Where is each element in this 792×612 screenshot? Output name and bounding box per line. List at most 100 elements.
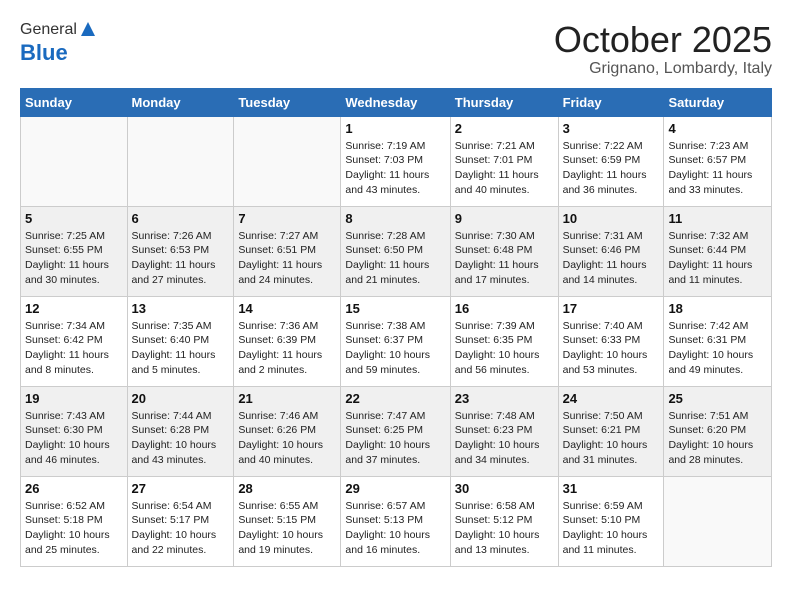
day-number: 6 bbox=[132, 211, 230, 226]
day-info: Sunrise: 7:42 AM Sunset: 6:31 PM Dayligh… bbox=[668, 319, 767, 378]
calendar-cell: 3 Sunrise: 7:22 AM Sunset: 6:59 PM Daylig… bbox=[558, 116, 664, 206]
calendar-cell bbox=[234, 116, 341, 206]
day-info: Sunrise: 7:47 AM Sunset: 6:25 PM Dayligh… bbox=[345, 409, 445, 468]
calendar-cell: 12 Sunrise: 7:34 AM Sunset: 6:42 PM Dayli… bbox=[21, 296, 128, 386]
day-info: Sunrise: 7:44 AM Sunset: 6:28 PM Dayligh… bbox=[132, 409, 230, 468]
day-number: 13 bbox=[132, 301, 230, 316]
day-number: 25 bbox=[668, 391, 767, 406]
calendar-week-row: 26 Sunrise: 6:52 AM Sunset: 5:18 PM Dayli… bbox=[21, 476, 772, 566]
day-number: 5 bbox=[25, 211, 123, 226]
header-friday: Friday bbox=[558, 88, 664, 116]
day-number: 31 bbox=[563, 481, 660, 496]
calendar-cell: 9 Sunrise: 7:30 AM Sunset: 6:48 PM Daylig… bbox=[450, 206, 558, 296]
day-info: Sunrise: 6:59 AM Sunset: 5:10 PM Dayligh… bbox=[563, 499, 660, 558]
day-number: 9 bbox=[455, 211, 554, 226]
calendar-cell: 30Sunrise: 6:58 AM Sunset: 5:12 PM Dayli… bbox=[450, 476, 558, 566]
calendar-week-row: 5Sunrise: 7:25 AM Sunset: 6:55 PM Daylig… bbox=[21, 206, 772, 296]
title-block: October 2025 Grignano, Lombardy, Italy bbox=[554, 20, 772, 78]
day-number: 15 bbox=[345, 301, 445, 316]
day-number: 18 bbox=[668, 301, 767, 316]
calendar-cell: 19 Sunrise: 7:43 AM Sunset: 6:30 PM Dayli… bbox=[21, 386, 128, 476]
calendar-cell: 13 Sunrise: 7:35 AM Sunset: 6:40 PM Dayli… bbox=[127, 296, 234, 386]
calendar-cell: 17Sunrise: 7:40 AM Sunset: 6:33 PM Dayli… bbox=[558, 296, 664, 386]
day-number: 24 bbox=[563, 391, 660, 406]
calendar-cell: 2Sunrise: 7:21 AM Sunset: 7:01 PM Daylig… bbox=[450, 116, 558, 206]
logo-general: General bbox=[20, 21, 77, 39]
day-number: 29 bbox=[345, 481, 445, 496]
calendar-cell: 16Sunrise: 7:39 AM Sunset: 6:35 PM Dayli… bbox=[450, 296, 558, 386]
day-info: Sunrise: 6:57 AM Sunset: 5:13 PM Dayligh… bbox=[345, 499, 445, 558]
calendar-cell: 23 Sunrise: 7:48 AM Sunset: 6:23 PM Dayli… bbox=[450, 386, 558, 476]
location: Grignano, Lombardy, Italy bbox=[554, 60, 772, 78]
day-number: 21 bbox=[238, 391, 336, 406]
day-number: 23 bbox=[455, 391, 554, 406]
day-info: Sunrise: 7:46 AM Sunset: 6:26 PM Dayligh… bbox=[238, 409, 336, 468]
header-sunday: Sunday bbox=[21, 88, 128, 116]
calendar-cell: 20 Sunrise: 7:44 AM Sunset: 6:28 PM Dayli… bbox=[127, 386, 234, 476]
day-number: 7 bbox=[238, 211, 336, 226]
day-info: Sunrise: 7:28 AM Sunset: 6:50 PM Dayligh… bbox=[345, 229, 445, 288]
header-monday: Monday bbox=[127, 88, 234, 116]
day-number: 11 bbox=[668, 211, 767, 226]
day-number: 22 bbox=[345, 391, 445, 406]
logo-blue: Blue bbox=[20, 40, 68, 66]
header-wednesday: Wednesday bbox=[341, 88, 450, 116]
calendar-cell: 5Sunrise: 7:25 AM Sunset: 6:55 PM Daylig… bbox=[21, 206, 128, 296]
calendar-cell: 14Sunrise: 7:36 AM Sunset: 6:39 PM Dayli… bbox=[234, 296, 341, 386]
calendar-cell: 8 Sunrise: 7:28 AM Sunset: 6:50 PM Daylig… bbox=[341, 206, 450, 296]
header-saturday: Saturday bbox=[664, 88, 772, 116]
day-info: Sunrise: 7:22 AM Sunset: 6:59 PM Dayligh… bbox=[563, 139, 660, 198]
day-number: 12 bbox=[25, 301, 123, 316]
calendar-cell: 11 Sunrise: 7:32 AM Sunset: 6:44 PM Dayli… bbox=[664, 206, 772, 296]
day-info: Sunrise: 7:27 AM Sunset: 6:51 PM Dayligh… bbox=[238, 229, 336, 288]
calendar-cell bbox=[21, 116, 128, 206]
calendar-cell: 29 Sunrise: 6:57 AM Sunset: 5:13 PM Dayli… bbox=[341, 476, 450, 566]
day-info: Sunrise: 7:34 AM Sunset: 6:42 PM Dayligh… bbox=[25, 319, 123, 378]
day-info: Sunrise: 7:39 AM Sunset: 6:35 PM Dayligh… bbox=[455, 319, 554, 378]
calendar-cell: 21 Sunrise: 7:46 AM Sunset: 6:26 PM Dayli… bbox=[234, 386, 341, 476]
day-number: 28 bbox=[238, 481, 336, 496]
calendar-week-row: 19 Sunrise: 7:43 AM Sunset: 6:30 PM Dayli… bbox=[21, 386, 772, 476]
calendar-cell: 10Sunrise: 7:31 AM Sunset: 6:46 PM Dayli… bbox=[558, 206, 664, 296]
month-title: October 2025 bbox=[554, 20, 772, 60]
day-info: Sunrise: 7:30 AM Sunset: 6:48 PM Dayligh… bbox=[455, 229, 554, 288]
day-info: Sunrise: 6:54 AM Sunset: 5:17 PM Dayligh… bbox=[132, 499, 230, 558]
day-number: 14 bbox=[238, 301, 336, 316]
day-info: Sunrise: 7:32 AM Sunset: 6:44 PM Dayligh… bbox=[668, 229, 767, 288]
day-number: 1 bbox=[345, 121, 445, 136]
calendar-cell: 4Sunrise: 7:23 AM Sunset: 6:57 PM Daylig… bbox=[664, 116, 772, 206]
day-info: Sunrise: 7:38 AM Sunset: 6:37 PM Dayligh… bbox=[345, 319, 445, 378]
calendar-cell: 31 Sunrise: 6:59 AM Sunset: 5:10 PM Dayli… bbox=[558, 476, 664, 566]
day-info: Sunrise: 7:48 AM Sunset: 6:23 PM Dayligh… bbox=[455, 409, 554, 468]
day-info: Sunrise: 7:35 AM Sunset: 6:40 PM Dayligh… bbox=[132, 319, 230, 378]
calendar-cell: 7 Sunrise: 7:27 AM Sunset: 6:51 PM Daylig… bbox=[234, 206, 341, 296]
day-info: Sunrise: 7:19 AM Sunset: 7:03 PM Dayligh… bbox=[345, 139, 445, 198]
page-header: General Blue October 2025 Grignano, Lomb… bbox=[20, 20, 772, 78]
day-number: 10 bbox=[563, 211, 660, 226]
day-number: 8 bbox=[345, 211, 445, 226]
calendar-cell: 18 Sunrise: 7:42 AM Sunset: 6:31 PM Dayli… bbox=[664, 296, 772, 386]
calendar-cell: 27Sunrise: 6:54 AM Sunset: 5:17 PM Dayli… bbox=[127, 476, 234, 566]
calendar-cell: 22 Sunrise: 7:47 AM Sunset: 6:25 PM Dayli… bbox=[341, 386, 450, 476]
day-info: Sunrise: 7:26 AM Sunset: 6:53 PM Dayligh… bbox=[132, 229, 230, 288]
day-info: Sunrise: 7:43 AM Sunset: 6:30 PM Dayligh… bbox=[25, 409, 123, 468]
day-info: Sunrise: 6:52 AM Sunset: 5:18 PM Dayligh… bbox=[25, 499, 123, 558]
calendar-cell bbox=[664, 476, 772, 566]
logo: General Blue bbox=[20, 20, 97, 66]
header-thursday: Thursday bbox=[450, 88, 558, 116]
day-number: 20 bbox=[132, 391, 230, 406]
day-number: 4 bbox=[668, 121, 767, 136]
day-number: 19 bbox=[25, 391, 123, 406]
header-tuesday: Tuesday bbox=[234, 88, 341, 116]
day-info: Sunrise: 7:21 AM Sunset: 7:01 PM Dayligh… bbox=[455, 139, 554, 198]
calendar-header-row: SundayMondayTuesdayWednesdayThursdayFrid… bbox=[21, 88, 772, 116]
calendar-week-row: 12 Sunrise: 7:34 AM Sunset: 6:42 PM Dayli… bbox=[21, 296, 772, 386]
day-info: Sunrise: 7:50 AM Sunset: 6:21 PM Dayligh… bbox=[563, 409, 660, 468]
calendar-table: SundayMondayTuesdayWednesdayThursdayFrid… bbox=[20, 88, 772, 567]
calendar-cell bbox=[127, 116, 234, 206]
day-number: 26 bbox=[25, 481, 123, 496]
day-number: 3 bbox=[563, 121, 660, 136]
calendar-cell: 26 Sunrise: 6:52 AM Sunset: 5:18 PM Dayli… bbox=[21, 476, 128, 566]
day-info: Sunrise: 6:58 AM Sunset: 5:12 PM Dayligh… bbox=[455, 499, 554, 558]
logo-icon bbox=[79, 20, 97, 38]
